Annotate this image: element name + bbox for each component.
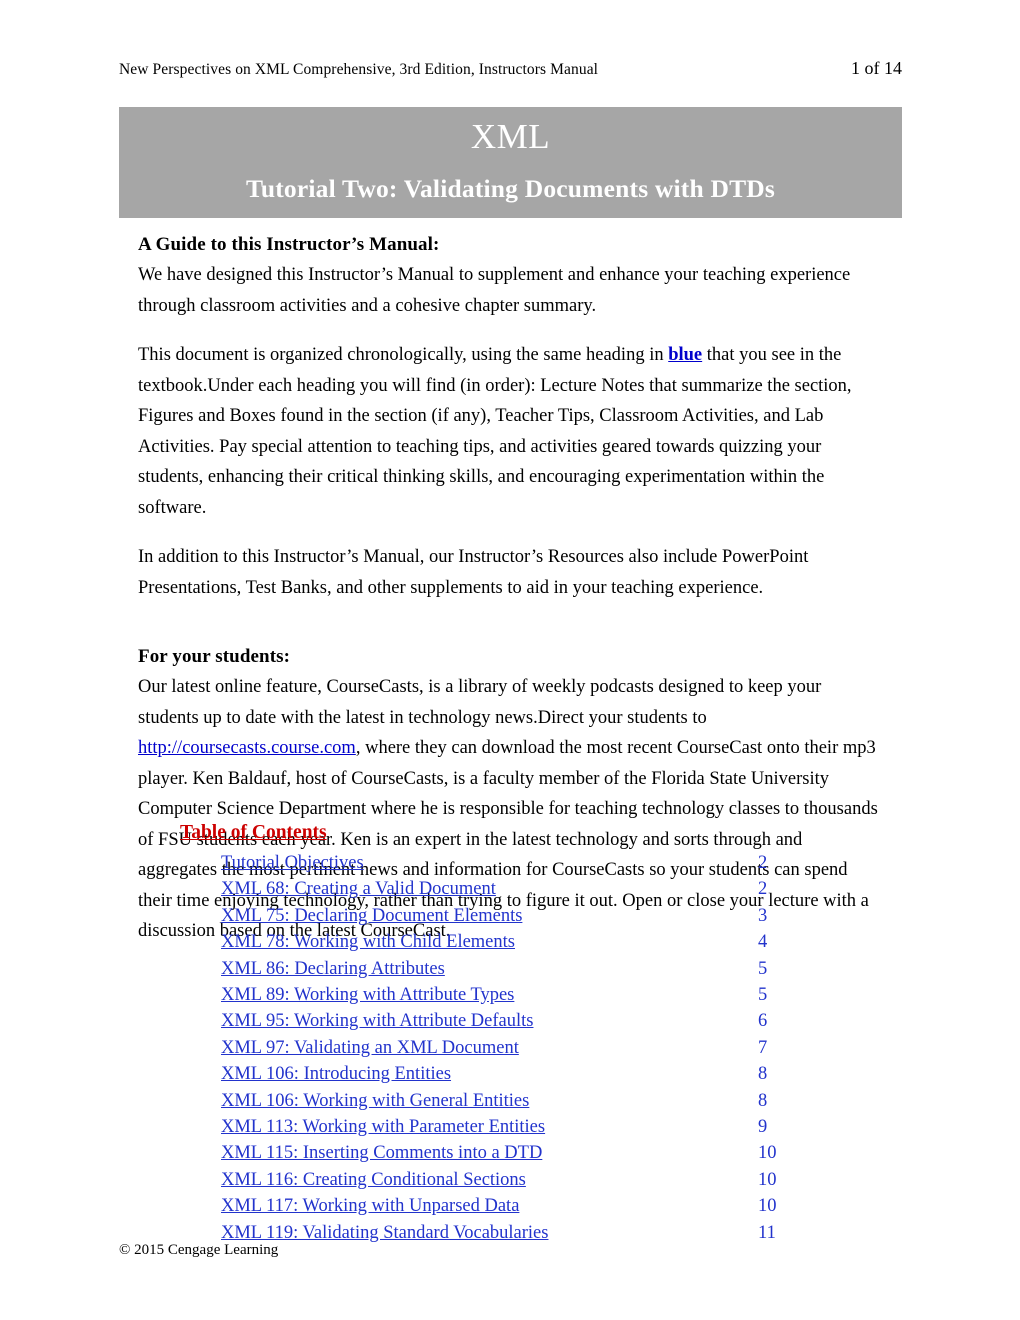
toc-entry-link[interactable]: XML 106: Introducing Entities: [221, 1061, 451, 1087]
toc-entry-page-number: 2: [758, 853, 768, 873]
toc-heading: Table of Contents: [180, 822, 327, 843]
toc-entry-link[interactable]: XML 86: Declaring Attributes: [221, 956, 445, 982]
toc-entry: XML 117: Working with Unparsed Data 10: [221, 1193, 800, 1219]
document-footer: © 2015 Cengage Learning: [119, 1242, 279, 1258]
blue-highlight-word: blue: [668, 345, 703, 365]
toc-list: Tutorial Objectives 2 XML 68: Creating a …: [180, 850, 800, 1246]
toc-entry-link[interactable]: XML 68: Creating a Valid Document: [221, 876, 496, 902]
toc-entry: XML 95: Working with Attribute Defaults 6: [221, 1008, 800, 1034]
toc-entry-page-number: 10: [758, 1196, 777, 1217]
toc-entry: Tutorial Objectives 2: [221, 850, 800, 876]
toc-entry: XML 78: Working with Child Elements 4: [221, 929, 800, 955]
toc-entry-page-number: 2: [758, 879, 768, 900]
toc-entry-page-number: 6: [758, 1011, 768, 1032]
toc-entry-link[interactable]: XML 78: Working with Child Elements: [221, 929, 515, 955]
document-page: New Perspectives on XML Comprehensive, 3…: [0, 0, 1020, 1320]
banner-subtitle: Tutorial Two: Validating Documents with …: [245, 174, 776, 203]
toc-entry: XML 106: Introducing Entities 8: [221, 1061, 800, 1087]
toc-entry: XML 115: Inserting Comments into a DTD 10: [221, 1140, 800, 1166]
toc-entry-page-number: 7: [758, 1037, 768, 1058]
document-header: New Perspectives on XML Comprehensive, 3…: [119, 58, 902, 79]
toc-entry: XML 119: Validating Standard Vocabularie…: [221, 1220, 800, 1246]
guide-paragraph-2: This document is organized chronological…: [138, 340, 884, 523]
toc-entry: XML 89: Working with Attribute Types 5: [221, 982, 800, 1008]
toc-entry-link[interactable]: XML 117: Working with Unparsed Data: [221, 1193, 519, 1219]
table-of-contents: Table of Contents Tutorial Objectives 2X…: [180, 820, 800, 1246]
guide-paragraph-2-lead: This document is organized chronological…: [138, 345, 669, 365]
toc-entry-link[interactable]: XML 95: Working with Attribute Defaults: [221, 1008, 533, 1034]
toc-entry-page-number: 5: [758, 958, 768, 979]
guide-section-heading: A Guide to this Instructor’s Manual:: [138, 234, 440, 255]
toc-entry-link[interactable]: XML 75: Declaring Document Elements: [221, 903, 522, 929]
toc-entry-link[interactable]: Tutorial Objectives: [221, 850, 364, 876]
toc-entry-page-number: 3: [758, 905, 768, 926]
toc-entry: XML 106: Working with General Entities 8: [221, 1088, 800, 1114]
toc-entry-link[interactable]: XML 115: Inserting Comments into a DTD: [221, 1140, 542, 1166]
toc-entry: XML 116: Creating Conditional Sections 10: [221, 1167, 800, 1193]
toc-entry: XML 75: Declaring Document Elements 3: [221, 903, 800, 929]
toc-entry: XML 113: Working with Parameter Entities…: [221, 1114, 800, 1140]
guide-paragraph-2-rest: that you see in the textbook.Under each …: [138, 345, 852, 518]
toc-entry-page-number: 10: [758, 1143, 777, 1164]
coursecasts-link[interactable]: http://coursecasts.course.com: [138, 738, 356, 758]
toc-entry: XML 86: Declaring Attributes 5: [221, 956, 800, 982]
toc-entry-link[interactable]: XML 97: Validating an XML Document: [221, 1035, 519, 1061]
toc-entry: XML 97: Validating an XML Document 7: [221, 1035, 800, 1061]
banner-main-title: XML: [470, 117, 551, 156]
header-title: New Perspectives on XML Comprehensive, 3…: [119, 61, 599, 78]
header-page-indicator: 1 of 14: [851, 58, 902, 78]
toc-entry-link[interactable]: XML 113: Working with Parameter Entities: [221, 1114, 545, 1140]
toc-entry-page-number: 9: [758, 1117, 768, 1138]
toc-entry-page-number: 10: [758, 1169, 777, 1190]
toc-entry: XML 68: Creating a Valid Document 2: [221, 876, 800, 902]
guide-paragraph-1: We have designed this Instructor’s Manua…: [138, 265, 851, 316]
toc-entry-page-number: 5: [758, 985, 768, 1006]
toc-entry-page-number: 8: [758, 1090, 768, 1111]
toc-entry-page-number: 8: [758, 1064, 768, 1085]
toc-entry-link[interactable]: XML 106: Working with General Entities: [221, 1088, 529, 1114]
title-banner: XML Tutorial Two: Validating Documents w…: [119, 107, 902, 218]
students-paragraph-lead: Our latest online feature, CourseCasts, …: [138, 677, 822, 728]
toc-entry-link[interactable]: XML 116: Creating Conditional Sections: [221, 1167, 526, 1193]
toc-entry-page-number: 4: [758, 932, 768, 953]
toc-entry-page-number: 11: [758, 1222, 776, 1243]
guide-paragraph-3: In addition to this Instructor’s Manual,…: [138, 547, 809, 598]
students-section-heading: For your students:: [138, 646, 291, 667]
toc-entry-link[interactable]: XML 89: Working with Attribute Types: [221, 982, 514, 1008]
